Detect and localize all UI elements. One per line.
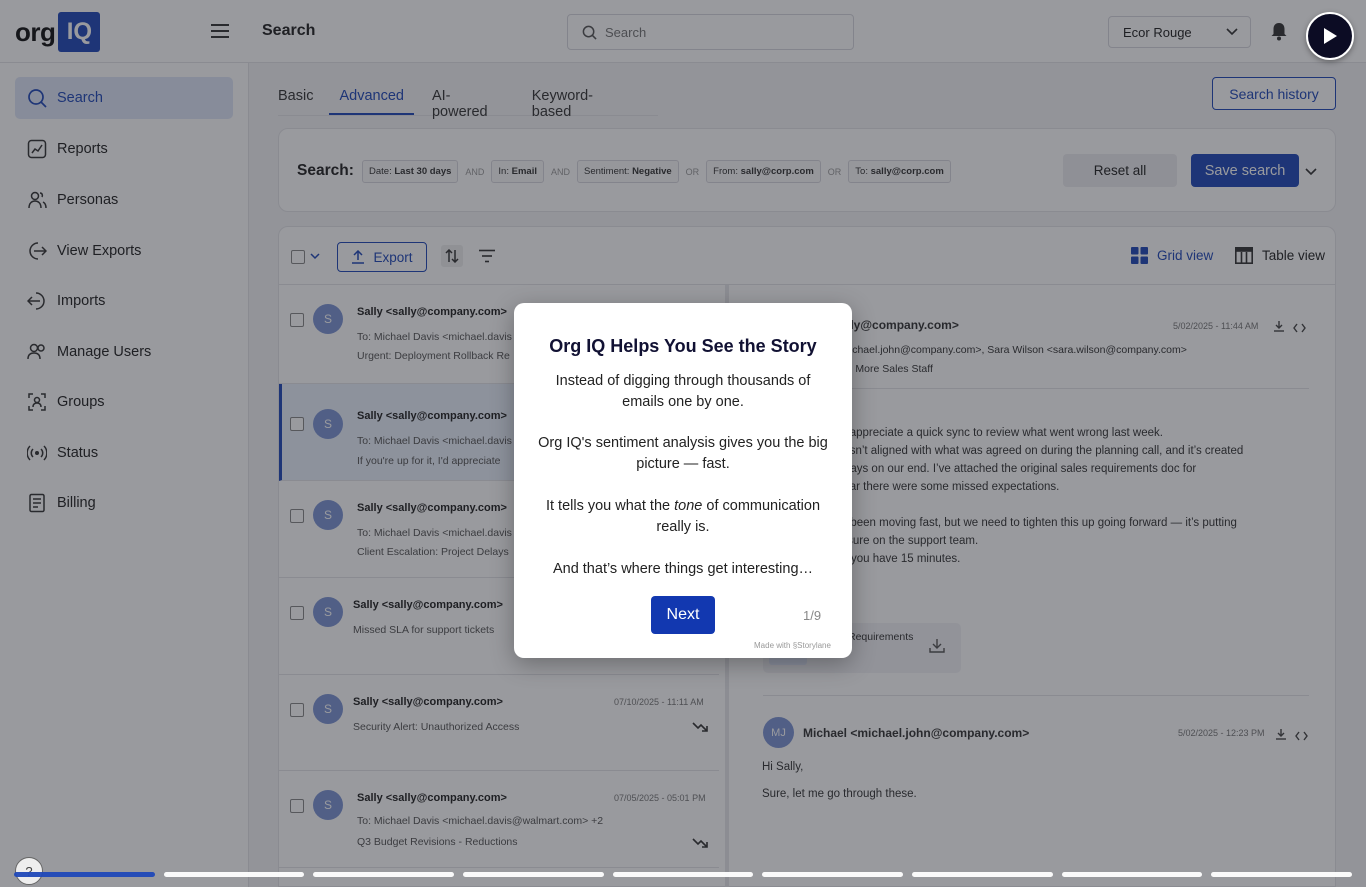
progress-segment[interactable] — [163, 872, 305, 877]
tour-dialog: Org IQ Helps You See the Story Instead o… — [514, 303, 852, 658]
dialog-paragraph: Instead of digging through thousands of … — [555, 373, 811, 410]
progress-segment[interactable] — [612, 872, 754, 877]
made-with-text: Made with — [754, 641, 791, 650]
progress-segment[interactable] — [762, 872, 904, 877]
progress-segment[interactable] — [14, 872, 155, 877]
dialog-title: Org IQ Helps You See the Story — [549, 336, 817, 356]
progress-segment[interactable] — [463, 872, 604, 877]
progress-segment[interactable] — [1061, 872, 1203, 877]
progress-segment[interactable] — [1211, 872, 1353, 877]
dialog-paragraph: It tells you what the tone of communicat… — [534, 496, 832, 538]
play-button[interactable] — [1306, 12, 1354, 60]
play-icon — [1324, 28, 1337, 44]
progress-segment[interactable] — [912, 872, 1053, 877]
dialog-paragraph: And that’s where things get interesting… — [552, 561, 814, 577]
next-button[interactable]: Next — [651, 596, 715, 634]
made-with-brand: Storylane — [797, 641, 831, 650]
dialog-emphasis: tone — [674, 498, 703, 514]
help-button[interactable]: ? — [15, 857, 43, 885]
step-counter: 1/9 — [803, 608, 822, 623]
dialog-text: It tells you what the — [545, 498, 675, 514]
dialog-paragraph: Org IQ's sentiment analysis gives you th… — [538, 435, 828, 472]
tour-progress — [14, 872, 1353, 877]
made-with-badge[interactable]: Made with §Storylane — [754, 641, 831, 650]
progress-segment[interactable] — [313, 872, 455, 877]
